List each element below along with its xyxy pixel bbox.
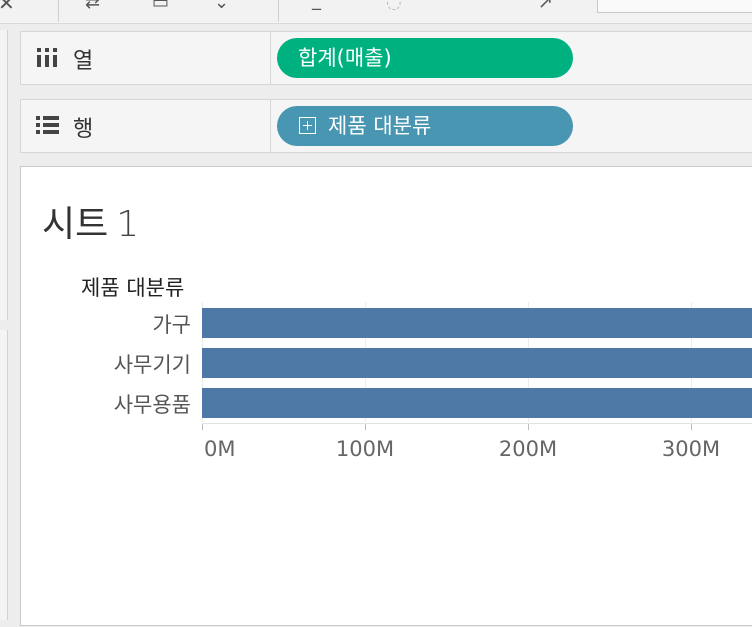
x-tick <box>365 424 366 430</box>
pill-label: 합계(매출) <box>298 46 392 70</box>
x-tick-label: 200M <box>498 437 558 461</box>
left-pane-edge <box>0 330 8 620</box>
columns-pill-sum-sales[interactable]: 합계(매출) <box>277 38 573 78</box>
toolbar-divider <box>278 0 279 22</box>
rows-shelf-label: 행 <box>21 100 271 152</box>
sort-ascending-icon[interactable]: ▭ <box>152 0 169 12</box>
x-tick <box>202 424 203 430</box>
toolbar: ✕ ⇄ ▭ ⌄ _ ◌ ⋯⋯ ↗ <box>0 0 752 24</box>
x-axis-line <box>202 423 752 424</box>
pill-label: 제품 대분류 <box>328 114 432 138</box>
worksheet-view: 시트 1 제품 대분류 0M 100M 200M 300M 가구 사무기기 사무용품 <box>20 166 752 626</box>
category-label[interactable]: 사무기기 <box>41 349 191 379</box>
fit-icon[interactable]: ⋯⋯ <box>466 0 504 6</box>
bar-chart: 0M 100M 200M 300M 가구 사무기기 사무용품 <box>21 167 752 627</box>
highlight-icon[interactable]: _ <box>312 0 321 10</box>
rows-pill-product-category[interactable]: 제품 대분류 <box>277 106 573 146</box>
x-tick-label: 300M <box>661 437 721 461</box>
bar[interactable] <box>202 388 752 418</box>
columns-shelf-label: 열 <box>21 32 271 84</box>
category-label[interactable]: 사무용품 <box>41 389 191 419</box>
bar[interactable] <box>202 308 752 338</box>
rows-label: 행 <box>73 117 94 142</box>
pin-icon[interactable]: ↗ <box>538 0 553 12</box>
bar[interactable] <box>202 348 752 378</box>
columns-icon <box>37 48 57 67</box>
x-tick-label: 100M <box>335 437 395 461</box>
x-tick <box>691 424 692 430</box>
sort-descending-icon[interactable]: ⌄ <box>214 0 229 12</box>
x-tick <box>528 424 529 430</box>
toolbar-search-box[interactable] <box>597 0 752 13</box>
rows-shelf[interactable]: 행 제품 대분류 <box>20 99 752 153</box>
swap-icon[interactable]: ⇄ <box>85 0 100 12</box>
columns-shelf[interactable]: 열 합계(매출) <box>20 31 752 85</box>
attach-icon[interactable]: ◌ <box>386 0 402 12</box>
columns-label: 열 <box>73 49 94 74</box>
left-pane-edge <box>0 30 8 320</box>
rows-icon <box>36 116 59 134</box>
category-label[interactable]: 가구 <box>41 309 191 339</box>
expand-icon[interactable] <box>299 117 316 134</box>
close-icon[interactable]: ✕ <box>0 0 15 13</box>
toolbar-divider <box>58 0 59 22</box>
